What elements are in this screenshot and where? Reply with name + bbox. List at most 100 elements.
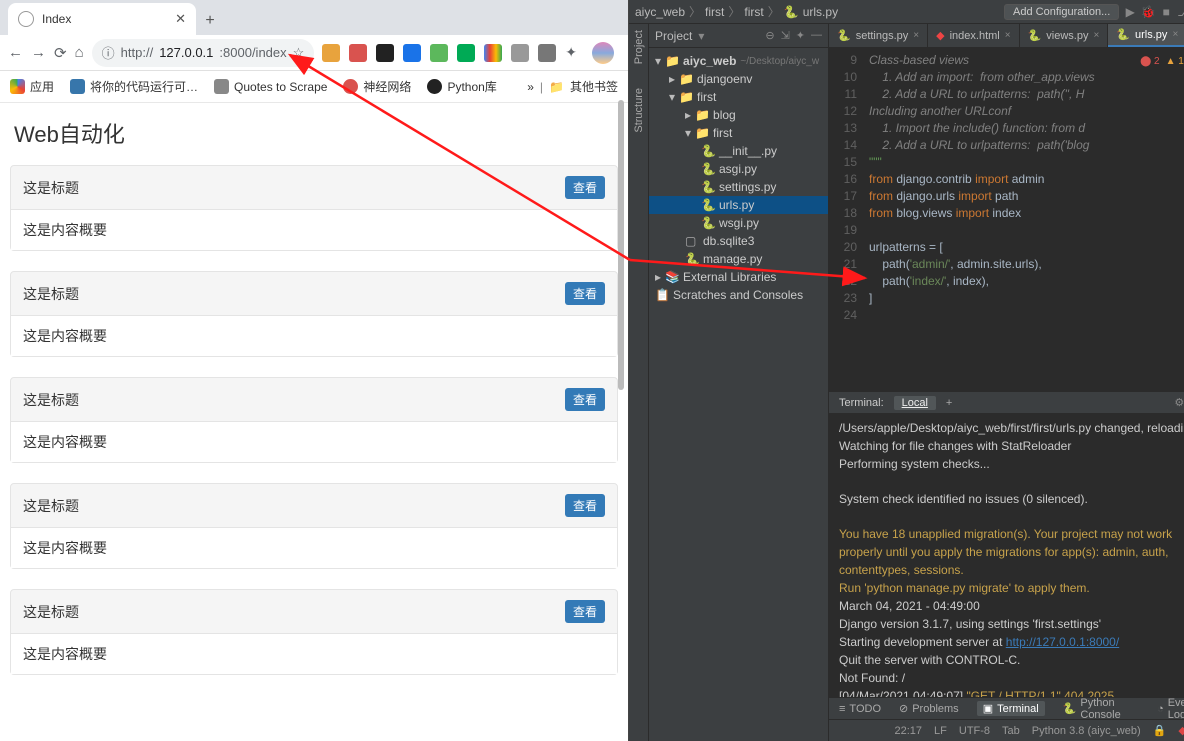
card: 这是标题查看 这是内容概要: [10, 165, 618, 251]
bookmark-item[interactable]: Quotes to Scrape: [214, 79, 327, 94]
debug-icon[interactable]: 🐞: [1141, 5, 1155, 19]
new-terminal-icon[interactable]: +: [946, 397, 952, 409]
home-icon[interactable]: ⌂: [75, 44, 84, 62]
pycharm-window: aiyc_web〉 first〉 first〉 🐍 urls.py Add Co…: [629, 0, 1184, 741]
puzzle-icon[interactable]: ✦: [565, 44, 583, 62]
browser-tab[interactable]: Index ✕: [8, 3, 196, 35]
hide-icon[interactable]: —: [811, 29, 822, 42]
view-button[interactable]: 查看: [565, 494, 605, 517]
ext-icon[interactable]: [376, 44, 394, 62]
close-icon[interactable]: ✕: [175, 11, 186, 27]
todo-tab[interactable]: ≡ TODO: [839, 703, 881, 715]
reload-icon[interactable]: ⟳: [54, 44, 67, 62]
bookmark-star-icon[interactable]: ☆: [293, 45, 305, 61]
run-icon[interactable]: ▶: [1123, 5, 1137, 19]
bottom-tool-tabs: ≡ TODO ⊘ Problems ▣ Terminal 🐍 Python Co…: [829, 697, 1184, 719]
git-icon[interactable]: ⎇: [1177, 5, 1184, 19]
ext-icon[interactable]: [511, 44, 529, 62]
problems-tab[interactable]: ⊘ Problems: [899, 702, 959, 715]
editor-inspections[interactable]: ⬤ 2 ▲ 1 ∧ ∨: [1140, 56, 1184, 67]
card: 这是标题查看 这是内容概要: [10, 377, 618, 463]
editor-tab[interactable]: 🐍settings.py×: [829, 24, 928, 47]
crumb[interactable]: first: [705, 5, 724, 19]
code[interactable]: Class-based views 1. Add an import: from…: [863, 48, 1184, 391]
ext-icon[interactable]: [538, 44, 556, 62]
line-separator[interactable]: LF: [934, 725, 947, 737]
bookmark-item[interactable]: Python库: [427, 78, 496, 95]
overflow-chevron[interactable]: »: [527, 80, 534, 94]
back-icon[interactable]: ←: [8, 44, 23, 62]
terminal-tab[interactable]: Local: [894, 396, 936, 410]
interpreter[interactable]: Python 3.8 (aiyc_web): [1032, 725, 1141, 737]
editor-tabs: 🐍settings.py× ◆index.html× 🐍views.py× 🐍u…: [829, 24, 1184, 48]
project-tree: ▾📁aiyc_web ~/Desktop/aiyc_w ▸📁djangoenv …: [649, 48, 828, 741]
other-bookmarks[interactable]: 其他书签: [570, 78, 618, 95]
settings-icon[interactable]: ✦: [796, 29, 805, 42]
python-console-tab[interactable]: 🐍 Python Console: [1063, 697, 1139, 721]
tree-folder[interactable]: ▾📁first: [649, 124, 828, 142]
editor-tab[interactable]: 🐍views.py×: [1020, 24, 1109, 47]
expand-icon[interactable]: ⇲: [781, 29, 790, 42]
crumb[interactable]: urls.py: [803, 5, 838, 19]
info-icon[interactable]: ⓘ: [102, 43, 115, 62]
tree-file[interactable]: 🐍__init__.py: [649, 142, 828, 160]
ext-icon[interactable]: [457, 44, 475, 62]
encoding[interactable]: UTF-8: [959, 725, 990, 737]
project-label: Project: [655, 29, 692, 43]
card-body: 这是内容概要: [11, 316, 617, 356]
ide-breadcrumb-bar: aiyc_web〉 first〉 first〉 🐍 urls.py Add Co…: [629, 0, 1184, 24]
scrollbar-thumb[interactable]: [618, 100, 624, 390]
tree-file[interactable]: 🐍manage.py: [649, 250, 828, 268]
terminal-output[interactable]: /Users/apple/Desktop/aiyc_web/first/firs…: [829, 414, 1184, 697]
editor-tab[interactable]: ◆index.html×: [928, 24, 1019, 47]
ext-icon[interactable]: [322, 44, 340, 62]
address-bar[interactable]: ⓘ http://127.0.0.1:8000/index ☆: [92, 39, 315, 67]
run-config-selector[interactable]: Add Configuration...: [1004, 4, 1119, 20]
terminal-tab-btn[interactable]: ▣ Terminal: [977, 701, 1045, 716]
apps-button[interactable]: 应用: [10, 78, 54, 95]
tree-folder[interactable]: ▾📁first: [649, 88, 828, 106]
url-path: :8000/index: [219, 45, 286, 60]
event-log-tab[interactable]: ◔ Event Log: [1157, 697, 1184, 721]
tree-scratches[interactable]: 📋Scratches and Consoles: [649, 286, 828, 304]
tree-file[interactable]: ▢db.sqlite3: [649, 232, 828, 250]
lock-icon[interactable]: 🔒: [1153, 724, 1167, 737]
editor-body[interactable]: 9101112131415161718192021222324 Class-ba…: [829, 48, 1184, 391]
view-button[interactable]: 查看: [565, 282, 605, 305]
new-tab-button[interactable]: +: [196, 7, 224, 35]
bookmark-item[interactable]: 将你的代码运行可…: [70, 78, 198, 95]
structure-tab[interactable]: Structure: [633, 88, 645, 133]
ext-icon[interactable]: [349, 44, 367, 62]
caret-position[interactable]: 22:17: [895, 725, 923, 737]
folder-icon: 📁: [549, 80, 564, 94]
stop-icon[interactable]: ■: [1159, 5, 1173, 19]
bookmark-item[interactable]: 神经网络: [343, 78, 411, 95]
tree-file-selected[interactable]: 🐍urls.py: [649, 196, 828, 214]
tree-ext-libs[interactable]: ▸📚External Libraries: [649, 268, 828, 286]
tree-file[interactable]: 🐍asgi.py: [649, 160, 828, 178]
editor-tab-active[interactable]: 🐍urls.py×: [1108, 24, 1184, 47]
project-tab[interactable]: Project: [633, 30, 645, 64]
tree-file[interactable]: 🐍wsgi.py: [649, 214, 828, 232]
tree-root[interactable]: ▾📁aiyc_web ~/Desktop/aiyc_w: [649, 52, 828, 70]
indent[interactable]: Tab: [1002, 725, 1020, 737]
ide-icon[interactable]: ◆: [1178, 724, 1184, 737]
crumb[interactable]: aiyc_web: [635, 5, 685, 19]
view-button[interactable]: 查看: [565, 388, 605, 411]
card-title: 这是标题: [23, 284, 79, 304]
crumb[interactable]: first: [744, 5, 763, 19]
bookmarks-bar: 应用 将你的代码运行可… Quotes to Scrape 神经网络 Pytho…: [0, 71, 628, 103]
tree-file[interactable]: 🐍settings.py: [649, 178, 828, 196]
view-button[interactable]: 查看: [565, 176, 605, 199]
tree-folder[interactable]: ▸📁djangoenv: [649, 70, 828, 88]
ext-icon[interactable]: [430, 44, 448, 62]
profile-avatar[interactable]: [592, 42, 614, 64]
collapse-icon[interactable]: ⊖: [765, 29, 774, 42]
gear-icon[interactable]: ⚙: [1174, 396, 1184, 409]
view-button[interactable]: 查看: [565, 600, 605, 623]
ext-icon[interactable]: [403, 44, 421, 62]
ext-icon[interactable]: [484, 44, 502, 62]
forward-icon[interactable]: →: [31, 44, 46, 62]
tree-folder[interactable]: ▸📁blog: [649, 106, 828, 124]
extensions: ✦ ⋮: [322, 42, 639, 64]
